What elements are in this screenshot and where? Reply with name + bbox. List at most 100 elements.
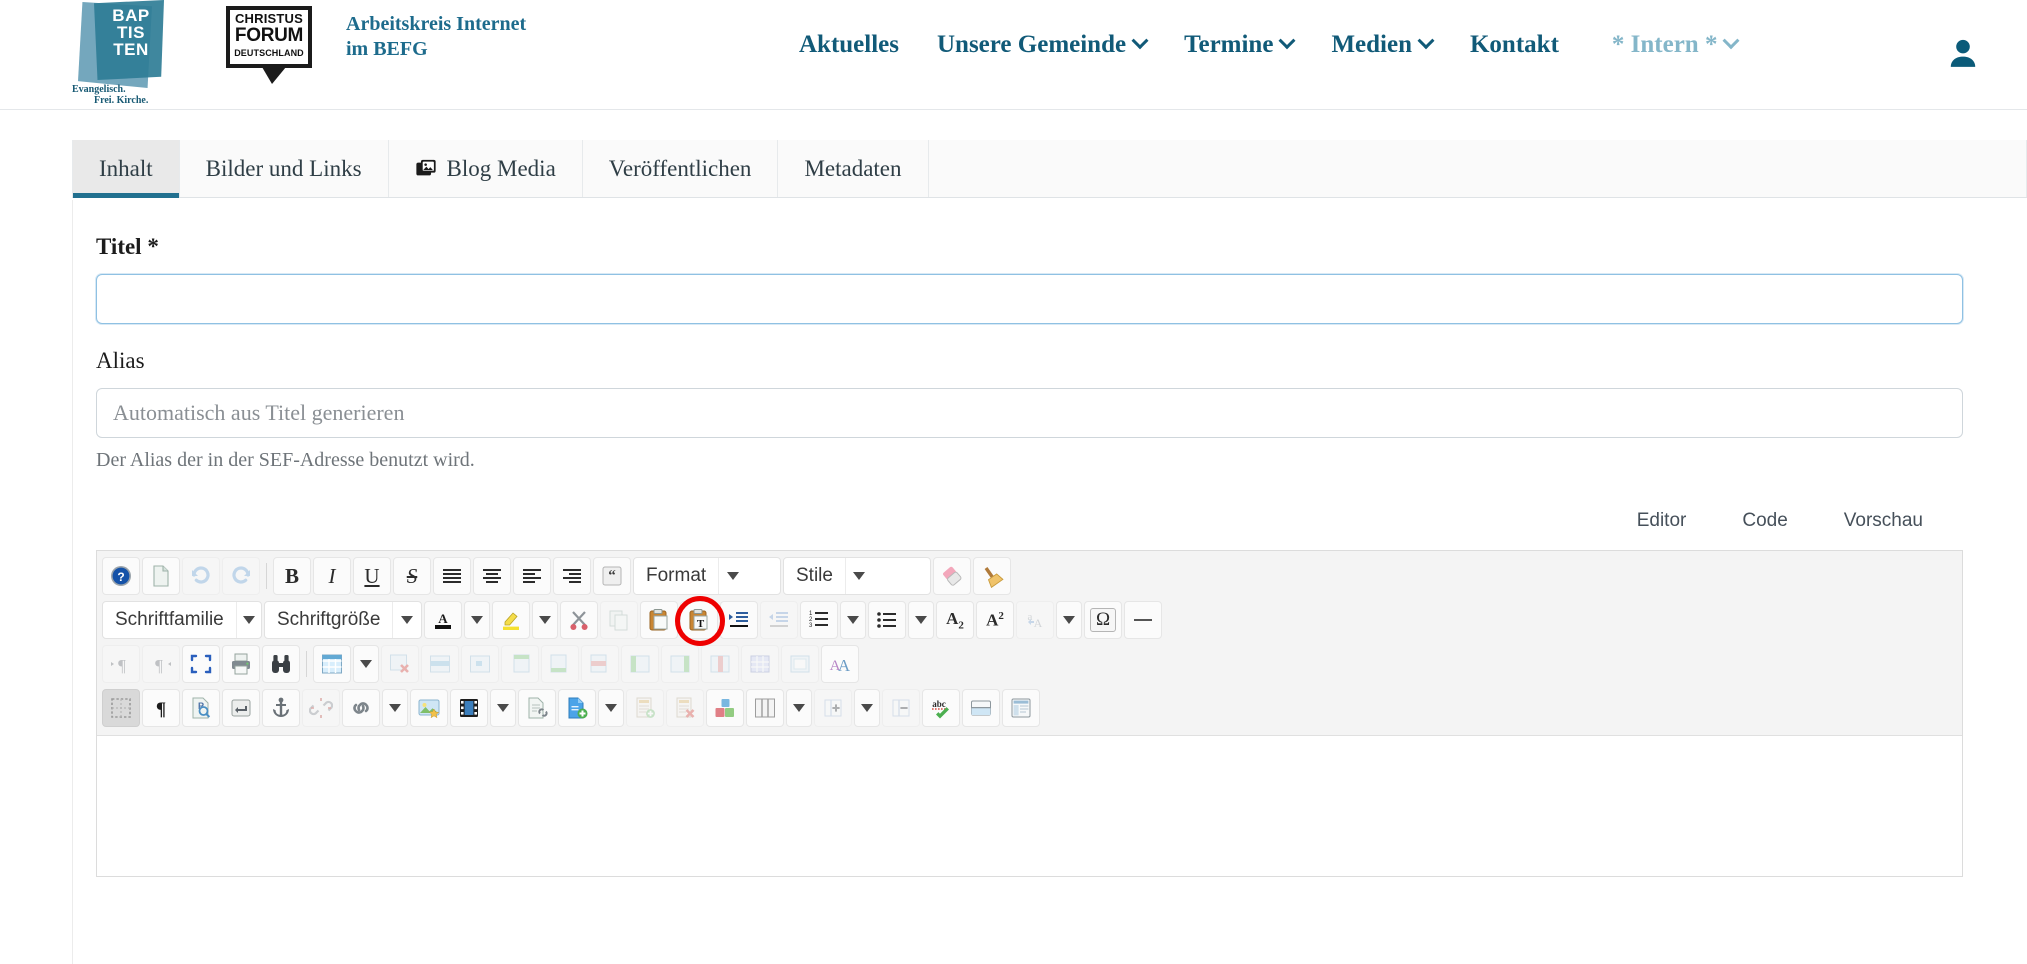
insert-document-icon[interactable] [558,689,596,727]
font-size-dropdown[interactable]: Schriftgröße [264,601,422,639]
indent-decrease-icon[interactable] [760,601,798,639]
user-account-icon[interactable] [1946,36,1980,70]
insert-column-after-icon[interactable] [661,645,699,683]
undo-icon[interactable] [182,557,220,595]
align-center-icon[interactable] [473,557,511,595]
show-borders-icon[interactable] [102,689,140,727]
align-justify-icon[interactable] [433,557,471,595]
insert-link-icon[interactable] [342,689,380,727]
page-layout-icon[interactable] [1002,689,1040,727]
page-break-preview-icon[interactable]: P [182,689,220,727]
columns-layout-icon[interactable] [746,689,784,727]
numbered-list-dropdown-arrow[interactable] [840,601,866,639]
italic-icon[interactable]: I [313,557,351,595]
tab-blog-media[interactable]: Blog Media [389,140,583,197]
nav-item-aktuelles[interactable]: Aktuelles [780,30,918,60]
fullscreen-icon[interactable] [182,645,220,683]
insert-table-icon[interactable] [313,645,351,683]
font-select-aa-icon[interactable]: AA [821,645,859,683]
blockquote-icon[interactable]: “ [593,557,631,595]
insert-module-icon[interactable] [706,689,744,727]
change-case-dropdown-arrow[interactable] [1056,601,1082,639]
read-more-icon[interactable] [962,689,1000,727]
nav-item-termine[interactable]: Termine [1165,30,1312,60]
numbered-list-icon[interactable]: 123 [800,601,838,639]
delete-table-icon[interactable] [381,645,419,683]
paste-as-plain-text-button[interactable]: T [680,601,718,639]
help-icon[interactable]: ? [102,557,140,595]
cut-scissors-icon[interactable] [560,601,598,639]
paste-icon[interactable] [640,601,678,639]
highlight-color-dropdown-arrow[interactable] [532,601,558,639]
insert-row-before-icon[interactable] [501,645,539,683]
add-column-icon[interactable] [814,689,852,727]
remove-column-icon[interactable] [882,689,920,727]
indent-increase-icon[interactable] [720,601,758,639]
tinymce-content-area[interactable] [97,736,1962,876]
align-left-icon[interactable] [513,557,551,595]
nav-item-intern[interactable]: * Intern * [1578,30,1757,60]
nav-item-unsere-gemeinde[interactable]: Unsere Gemeinde [918,30,1165,60]
styles-dropdown[interactable]: Stile [783,557,931,595]
table-row-properties-icon[interactable] [421,645,459,683]
insert-article-icon[interactable] [626,689,664,727]
tab-inhalt[interactable]: Inhalt [72,140,180,197]
insert-column-before-icon[interactable] [621,645,659,683]
delete-column-icon[interactable] [701,645,739,683]
tab-bilder-und-links[interactable]: Bilder und Links [180,140,389,197]
redo-icon[interactable] [222,557,260,595]
nav-item-medien[interactable]: Medien [1312,30,1451,60]
tab-metadaten[interactable]: Metadaten [778,140,928,197]
format-dropdown[interactable]: Format [633,557,781,595]
change-case-icon[interactable]: aA [1016,601,1054,639]
bold-icon[interactable]: B [273,557,311,595]
copy-icon[interactable] [600,601,638,639]
insert-link-dropdown-arrow[interactable] [382,689,408,727]
rtl-direction-icon[interactable]: ¶ [142,645,180,683]
tab-veroeffentlichen[interactable]: Veröffentlichen [583,140,779,197]
remove-format-eraser-icon[interactable] [933,557,971,595]
horizontal-rule-icon[interactable] [1124,601,1162,639]
cleanup-broom-icon[interactable] [973,557,1011,595]
columns-dropdown-arrow[interactable] [786,689,812,727]
christus-forum-logo[interactable]: CHRISTUS FORUM DEUTSCHLAND [226,6,312,84]
align-right-icon[interactable] [553,557,591,595]
highlight-color-icon[interactable] [492,601,530,639]
search-replace-binoculars-icon[interactable] [262,645,300,683]
strikethrough-icon[interactable]: S [393,557,431,595]
show-invisible-chars-icon[interactable]: ¶ [142,689,180,727]
insert-media-dropdown-arrow[interactable] [490,689,516,727]
merge-cells-icon[interactable] [741,645,779,683]
editor-mode-vorschau-button[interactable]: Vorschau [1816,504,1951,538]
anchor-icon[interactable] [262,689,300,727]
bulleted-list-dropdown-arrow[interactable] [908,601,934,639]
nav-item-kontakt[interactable]: Kontakt [1451,30,1578,60]
subscript-icon[interactable]: A2 [936,601,974,639]
insert-row-after-icon[interactable] [541,645,579,683]
delete-row-icon[interactable] [581,645,619,683]
superscript-icon[interactable]: A2 [976,601,1014,639]
insert-image-icon[interactable] [410,689,448,727]
print-icon[interactable] [222,645,260,683]
alias-input[interactable] [96,388,1963,438]
table-cell-properties-icon[interactable] [461,645,499,683]
text-color-dropdown-arrow[interactable] [464,601,490,639]
titel-input[interactable] [96,274,1963,324]
baptisten-logo[interactable]: BAP TIS TEN Evangelisch. Frei. Kirche. [72,0,172,108]
ltr-direction-icon[interactable]: ¶ [102,645,140,683]
remove-article-icon[interactable] [666,689,704,727]
page-break-icon[interactable] [222,689,260,727]
unlink-icon[interactable] [302,689,340,727]
editor-mode-editor-button[interactable]: Editor [1609,504,1715,538]
text-color-icon[interactable]: A [424,601,462,639]
new-document-icon[interactable] [142,557,180,595]
table-dropdown-arrow[interactable] [353,645,379,683]
insert-document-dropdown-arrow[interactable] [598,689,624,727]
spellcheck-icon[interactable]: abc [922,689,960,727]
insert-media-icon[interactable] [450,689,488,727]
underline-icon[interactable]: U [353,557,391,595]
editor-mode-code-button[interactable]: Code [1714,504,1815,538]
special-character-icon[interactable]: Ω [1084,601,1122,639]
split-cell-icon[interactable] [781,645,819,683]
insert-template-icon[interactable] [518,689,556,727]
